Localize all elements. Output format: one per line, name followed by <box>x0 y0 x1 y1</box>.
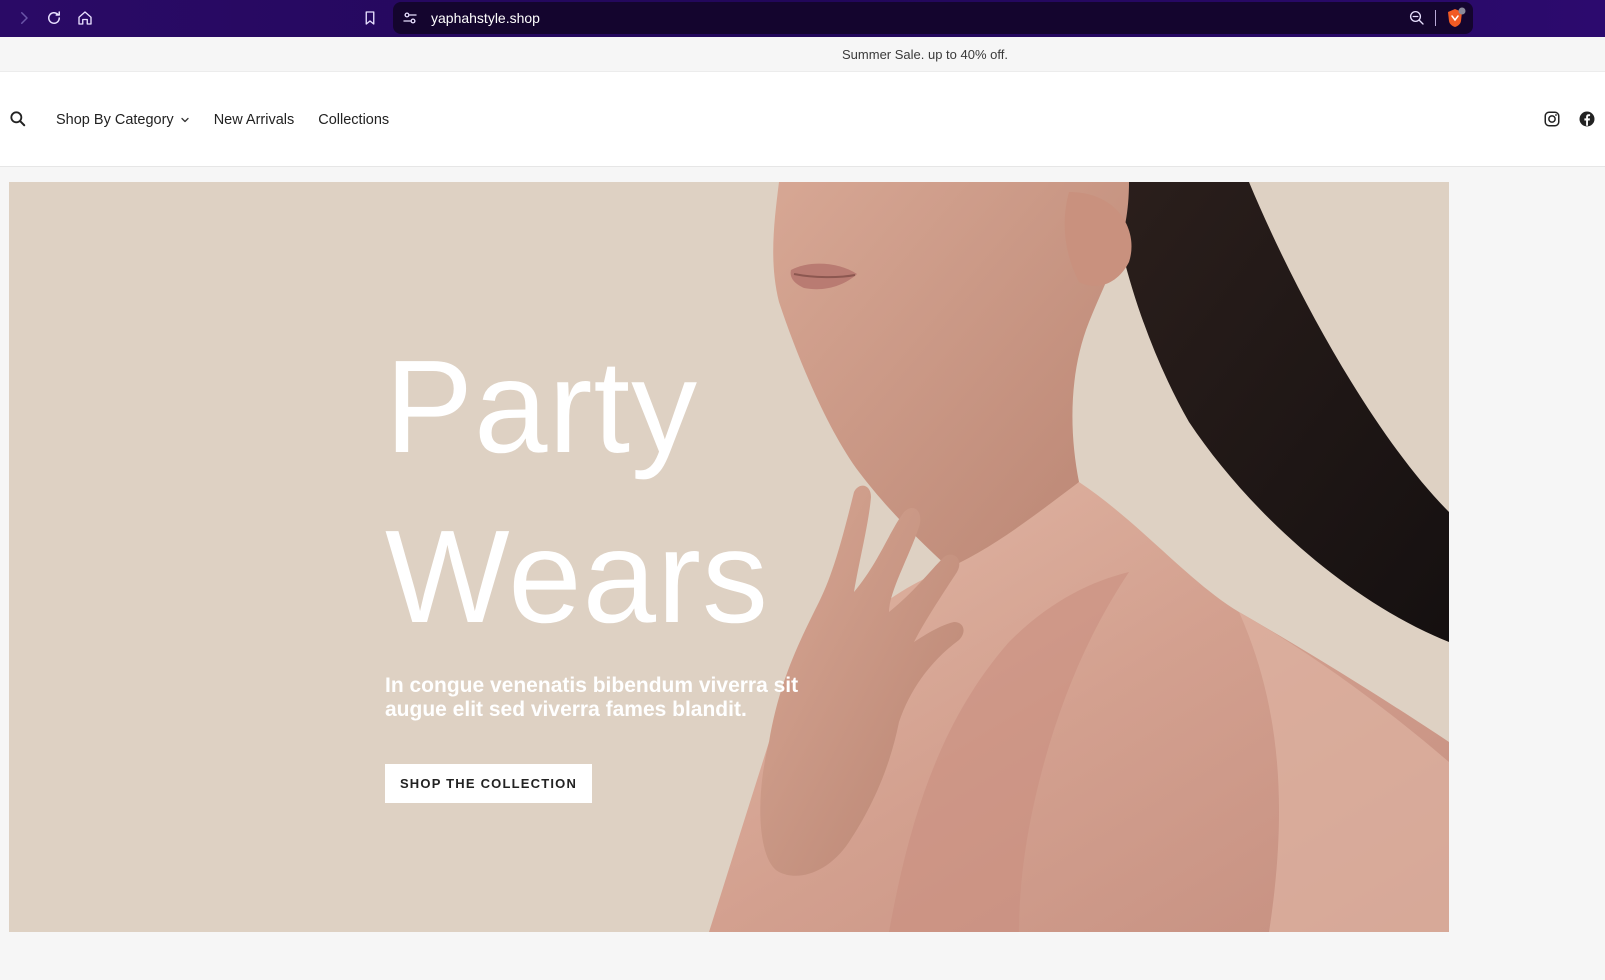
browser-toolbar: yaphahstyle.shop <box>0 0 1605 37</box>
address-bar[interactable]: yaphahstyle.shop <box>393 2 1473 34</box>
site-settings-icon[interactable] <box>401 9 419 27</box>
brave-shield-icon[interactable] <box>1443 6 1467 30</box>
announcement-text: Summer Sale. up to 40% off. <box>842 46 1008 62</box>
instagram-icon[interactable] <box>1543 110 1561 128</box>
hero-title-line: Wears <box>385 503 769 650</box>
reload-icon[interactable] <box>42 6 66 30</box>
bookmark-icon[interactable] <box>358 6 382 30</box>
hero-title: Party Wears <box>385 322 769 662</box>
main-nav: Shop By Category New Arrivals Collection… <box>56 72 389 167</box>
hero-banner: Party Wears In congue venenatis bibendum… <box>9 182 1449 932</box>
forward-icon[interactable] <box>12 6 36 30</box>
site-header: Shop By Category New Arrivals Collection… <box>0 72 1605 167</box>
toolbar-divider <box>1435 10 1436 26</box>
chevron-down-icon <box>181 117 189 122</box>
nav-label: Shop By Category <box>56 111 174 128</box>
nav-new-arrivals[interactable]: New Arrivals <box>214 112 295 128</box>
announcement-bar: Summer Sale. up to 40% off. <box>0 37 1605 72</box>
nav-label: New Arrivals <box>213 111 295 128</box>
nav-shop-by-category[interactable]: Shop By Category <box>56 112 190 128</box>
nav-label: Collections <box>318 111 390 128</box>
nav-collections[interactable]: Collections <box>318 112 389 128</box>
url-text[interactable]: yaphahstyle.shop <box>431 2 540 34</box>
facebook-icon[interactable] <box>1578 110 1596 128</box>
shop-the-collection-button[interactable]: SHOP THE COLLECTION <box>385 764 592 803</box>
hero-subtitle: In congue venenatis bibendum viverra sit… <box>385 674 799 721</box>
search-icon[interactable] <box>8 109 28 129</box>
hero-title-line: Party <box>385 333 699 480</box>
zoom-out-icon[interactable] <box>1408 9 1426 27</box>
home-icon[interactable] <box>73 6 97 30</box>
